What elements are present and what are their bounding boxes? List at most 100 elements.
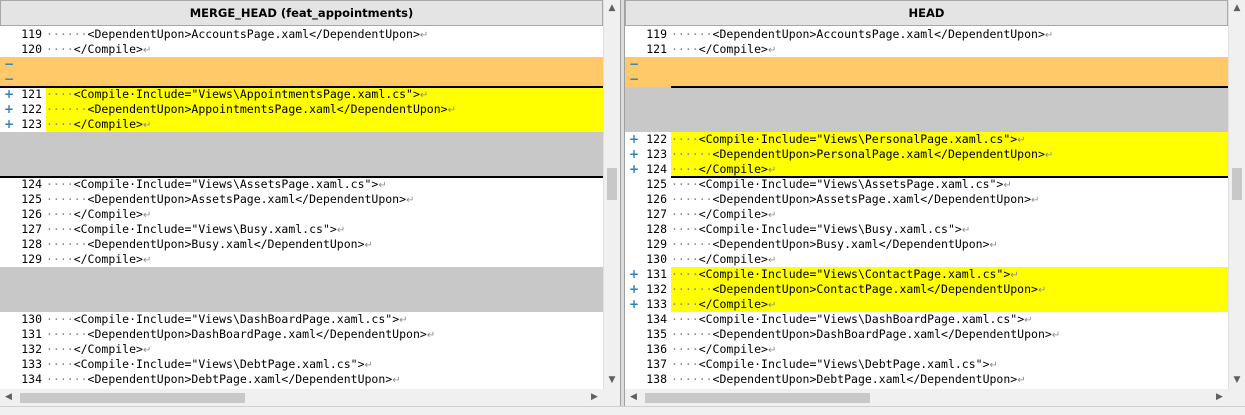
diff-line[interactable]: 120 ····</Compile>↵ (0, 42, 603, 57)
left-horizontal-scrollbar[interactable]: ◀ ▶ (0, 389, 603, 406)
code-text[interactable]: ····<Compile·Include="Views\AssetsPage.x… (671, 177, 1228, 192)
diff-line[interactable]: 128 ····<Compile·Include="Views\Busy.xaml… (625, 222, 1228, 237)
diff-line[interactable]: 136 ····</Compile>↵ (625, 342, 1228, 357)
code-text[interactable]: ······<DependentUpon>PersonalPage.xaml</… (671, 147, 1228, 162)
right-code-view[interactable]: 119 ······<DependentUpon>AccountsPage.xam… (625, 26, 1228, 389)
line-end-icon: ↵ (378, 180, 387, 191)
code-text[interactable]: ······<DependentUpon>DashBoardPage.xaml<… (671, 327, 1228, 342)
diff-line[interactable]: 138 ······<DependentUpon>DebtPage.xaml</D… (625, 372, 1228, 387)
scroll-down-arrow-icon[interactable]: ▼ (604, 372, 620, 389)
code-text[interactable]: ····<Compile·Include="Views\DashBoardPag… (671, 312, 1228, 327)
scroll-right-arrow-icon[interactable]: ▶ (1211, 389, 1228, 406)
diff-line[interactable]: 126 ····</Compile>↵ (0, 207, 603, 222)
diff-line[interactable]: +131 ····<Compile·Include="Views\ContactP… (625, 267, 1228, 282)
code-text[interactable]: ····</Compile>↵ (46, 342, 603, 357)
left-vertical-scrollbar[interactable]: ▲ ▼ (603, 0, 620, 389)
code-text[interactable]: ······<DependentUpon>Busy.xaml</Dependen… (671, 237, 1228, 252)
left-horizontal-scroll-thumb[interactable] (20, 393, 245, 403)
code-text[interactable]: ····</Compile>↵ (46, 42, 603, 57)
diff-line[interactable]: 125 ······<DependentUpon>AssetsPage.xaml<… (0, 192, 603, 207)
diff-line[interactable]: +132 ······<DependentUpon>ContactPage.xam… (625, 282, 1228, 297)
diff-line[interactable]: 134 ······<DependentUpon>DebtPage.xaml</D… (0, 372, 603, 387)
diff-line[interactable]: 129 ······<DependentUpon>Busy.xaml</Depen… (625, 237, 1228, 252)
code-text[interactable]: ····<Compile·Include="Views\Busy.xaml.cs… (671, 222, 1228, 237)
code-text[interactable]: ····<Compile·Include="Views\DebtPage.xam… (46, 357, 603, 372)
diff-line[interactable]: 125 ····<Compile·Include="Views\AssetsPag… (625, 177, 1228, 192)
diff-line[interactable]: 137 ····<Compile·Include="Views\DebtPage.… (625, 357, 1228, 372)
diff-line[interactable]: − (0, 57, 603, 72)
code-text[interactable] (46, 72, 603, 87)
diff-line[interactable]: 133 ····<Compile·Include="Views\DebtPage.… (0, 357, 603, 372)
diff-line[interactable]: 130 ····</Compile>↵ (625, 252, 1228, 267)
diff-line[interactable]: − (625, 57, 1228, 72)
diff-line[interactable]: +123 ······<DependentUpon>PersonalPage.xa… (625, 147, 1228, 162)
scroll-up-arrow-icon[interactable]: ▲ (604, 0, 620, 17)
diff-line[interactable]: +122 ····<Compile·Include="Views\Personal… (625, 132, 1228, 147)
diff-line[interactable]: − (625, 72, 1228, 87)
right-vertical-scroll-thumb[interactable] (1232, 168, 1242, 200)
diff-line[interactable]: 119 ······<DependentUpon>AccountsPage.xam… (0, 27, 603, 42)
diff-line[interactable]: +123 ····</Compile>↵ (0, 117, 603, 132)
diff-line[interactable]: +121 ····<Compile·Include="Views\Appointm… (0, 87, 603, 102)
code-text[interactable]: ····<Compile·Include="Views\DebtPage.xam… (671, 357, 1228, 372)
left-diff-pane[interactable]: MERGE_HEAD (feat_appointments) 119 ······… (0, 0, 620, 414)
code-text[interactable]: ······<DependentUpon>AccountsPage.xaml</… (46, 27, 603, 42)
diff-line[interactable]: 128 ······<DependentUpon>Busy.xaml</Depen… (0, 237, 603, 252)
code-text[interactable]: ····</Compile>↵ (46, 117, 603, 132)
diff-line[interactable]: 130 ····<Compile·Include="Views\DashBoard… (0, 312, 603, 327)
diff-line[interactable]: 131 ······<DependentUpon>DashBoardPage.xa… (0, 327, 603, 342)
diff-line[interactable]: 132 ····</Compile>↵ (0, 342, 603, 357)
right-horizontal-scrollbar[interactable]: ◀ ▶ (625, 389, 1228, 406)
code-text[interactable]: ······<DependentUpon>AssetsPage.xaml</De… (671, 192, 1228, 207)
code-text[interactable]: ····<Compile·Include="Views\AssetsPage.x… (46, 177, 603, 192)
code-text[interactable] (46, 57, 603, 72)
diff-line[interactable]: 127 ····<Compile·Include="Views\Busy.xaml… (0, 222, 603, 237)
diff-line[interactable]: 129 ····</Compile>↵ (0, 252, 603, 267)
code-text[interactable]: ······<DependentUpon>AppointmentsPage.xa… (46, 102, 603, 117)
diff-line[interactable]: 134 ····<Compile·Include="Views\DashBoard… (625, 312, 1228, 327)
scroll-up-arrow-icon[interactable]: ▲ (1229, 0, 1245, 17)
line-number: 127 (646, 207, 667, 221)
code-text[interactable]: ······<DependentUpon>AccountsPage.xaml</… (671, 27, 1228, 42)
code-text[interactable]: ······<DependentUpon>AssetsPage.xaml</De… (46, 192, 603, 207)
code-text[interactable]: ····</Compile>↵ (671, 297, 1228, 312)
right-diff-pane[interactable]: HEAD 119 ······<DependentUpon>AccountsPag… (625, 0, 1245, 414)
code-text[interactable]: ····<Compile·Include="Views\Appointments… (46, 87, 603, 102)
code-text[interactable]: ····<Compile·Include="Views\DashBoardPag… (46, 312, 603, 327)
code-text[interactable] (671, 72, 1228, 87)
diff-line[interactable]: +124 ····</Compile>↵ (625, 162, 1228, 177)
left-code-view[interactable]: 119 ······<DependentUpon>AccountsPage.xam… (0, 26, 603, 389)
code-text[interactable]: ······<DependentUpon>DashBoardPage.xaml<… (46, 327, 603, 342)
right-vertical-scrollbar[interactable]: ▲ ▼ (1228, 0, 1245, 389)
diff-line[interactable]: +133 ····</Compile>↵ (625, 297, 1228, 312)
left-vertical-scroll-thumb[interactable] (607, 168, 617, 200)
diff-line[interactable]: 119 ······<DependentUpon>AccountsPage.xam… (625, 27, 1228, 42)
diff-line[interactable]: 135 ······<DependentUpon>DashBoardPage.xa… (625, 327, 1228, 342)
diff-line[interactable]: 127 ····</Compile>↵ (625, 207, 1228, 222)
code-text[interactable]: ····<Compile·Include="Views\Busy.xaml.cs… (46, 222, 603, 237)
code-text[interactable] (671, 57, 1228, 72)
code-text[interactable]: ····<Compile·Include="Views\PersonalPage… (671, 132, 1228, 147)
scroll-left-arrow-icon[interactable]: ◀ (0, 389, 17, 406)
code-text[interactable]: ····</Compile>↵ (671, 162, 1228, 177)
code-text[interactable]: ······<DependentUpon>ContactPage.xaml</D… (671, 282, 1228, 297)
code-text[interactable]: ····</Compile>↵ (671, 252, 1228, 267)
code-text[interactable]: ······<DependentUpon>DebtPage.xaml</Depe… (671, 372, 1228, 387)
code-text[interactable]: ····</Compile>↵ (46, 252, 603, 267)
right-horizontal-scroll-thumb[interactable] (645, 393, 870, 403)
scroll-right-arrow-icon[interactable]: ▶ (586, 389, 603, 406)
diff-line[interactable]: 124 ····<Compile·Include="Views\AssetsPag… (0, 177, 603, 192)
diff-line[interactable]: 121 ····</Compile>↵ (625, 42, 1228, 57)
code-text[interactable]: ····</Compile>↵ (671, 207, 1228, 222)
code-text[interactable]: ····</Compile>↵ (671, 342, 1228, 357)
scroll-down-arrow-icon[interactable]: ▼ (1229, 372, 1245, 389)
scroll-left-arrow-icon[interactable]: ◀ (625, 389, 642, 406)
diff-line[interactable]: − (0, 72, 603, 87)
code-text[interactable]: ······<DependentUpon>DebtPage.xaml</Depe… (46, 372, 603, 387)
code-text[interactable]: ····</Compile>↵ (46, 207, 603, 222)
code-text[interactable]: ····<Compile·Include="Views\ContactPage.… (671, 267, 1228, 282)
code-text[interactable]: ······<DependentUpon>Busy.xaml</Dependen… (46, 237, 603, 252)
diff-line[interactable]: 126 ······<DependentUpon>AssetsPage.xaml<… (625, 192, 1228, 207)
diff-line[interactable]: +122 ······<DependentUpon>AppointmentsPag… (0, 102, 603, 117)
code-text[interactable]: ····</Compile>↵ (671, 42, 1228, 57)
